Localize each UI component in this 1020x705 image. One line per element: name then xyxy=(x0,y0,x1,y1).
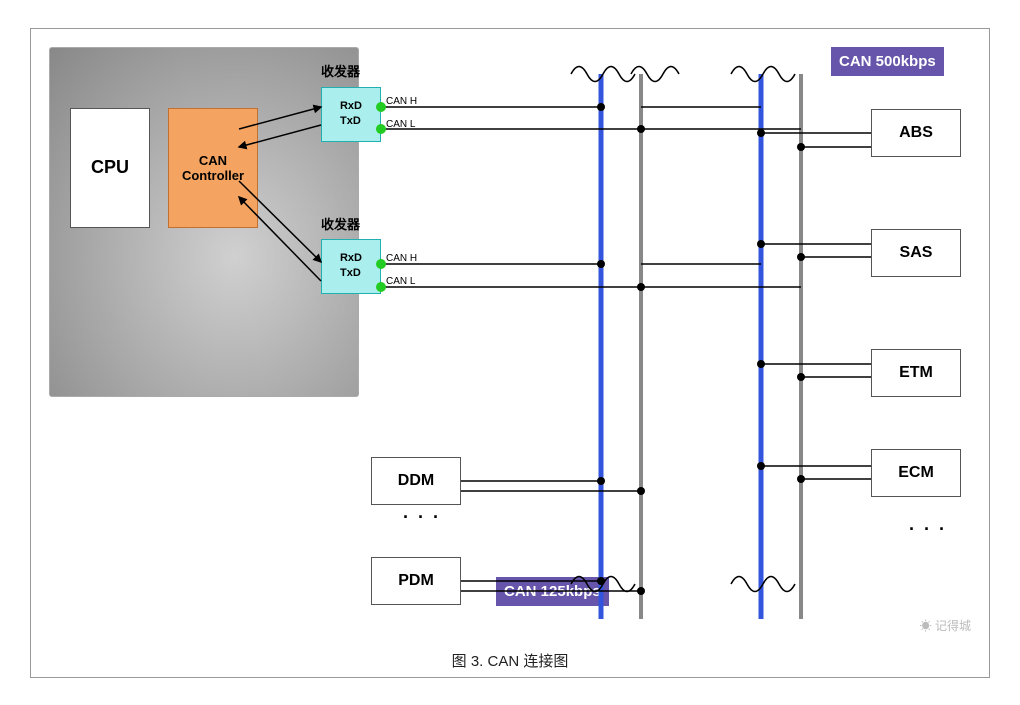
can-controller-box: CANController xyxy=(168,108,258,228)
transceiver2-label: 收发器 xyxy=(321,214,360,233)
transceiver2-box: RxDTxD xyxy=(321,239,381,294)
ddm-label: DDM xyxy=(398,472,434,490)
svg-text:CAN H: CAN H xyxy=(386,96,417,107)
transceiver1-inner: RxDTxD xyxy=(340,99,362,130)
sas-label: SAS xyxy=(900,244,933,262)
cpu-box: CPU xyxy=(70,108,150,228)
sas-box: SAS xyxy=(871,229,961,277)
pdm-box: PDM xyxy=(371,557,461,605)
can-controller-label: CANController xyxy=(182,153,244,183)
ecm-box: ECM xyxy=(871,449,961,497)
can-500kbps-badge: CAN 500kbps xyxy=(831,47,944,77)
abs-box: ABS xyxy=(871,109,961,157)
transceiver2-inner: RxDTxD xyxy=(340,251,362,282)
transceiver1-box: RxDTxD xyxy=(321,87,381,142)
transceiver1-label: 收发器 xyxy=(321,61,360,80)
transceiver1-text: 收发器 xyxy=(321,64,360,79)
can-125kbps-badge: CAN 125kbps xyxy=(496,577,609,607)
svg-text:CAN L: CAN L xyxy=(386,276,416,287)
cpu-label: CPU xyxy=(91,157,129,178)
etm-label: ETM xyxy=(899,364,933,382)
diagram-area: CPU CANController 收发器 RxDTxD 收发器 RxDTxD … xyxy=(31,29,989,642)
ecm-label: ECM xyxy=(898,464,934,482)
watermark: ☀ 记得城 xyxy=(920,617,971,634)
main-container: CPU CANController 收发器 RxDTxD 收发器 RxDTxD … xyxy=(30,28,990,678)
can-125kbps-text: CAN 125kbps xyxy=(504,583,601,600)
svg-text:CAN H: CAN H xyxy=(386,253,417,264)
can-500kbps-text: CAN 500kbps xyxy=(839,53,936,70)
abs-label: ABS xyxy=(899,124,933,142)
ddm-box: DDM xyxy=(371,457,461,505)
diagram-caption: 图 3. CAN 连接图 xyxy=(452,642,569,677)
etm-box: ETM xyxy=(871,349,961,397)
left-system-box: CPU CANController xyxy=(49,47,359,397)
left-dots: · · · xyxy=(403,507,441,528)
right-dots: · · · xyxy=(909,519,947,540)
transceiver2-text: 收发器 xyxy=(321,217,360,232)
pdm-label: PDM xyxy=(398,572,434,590)
svg-text:CAN L: CAN L xyxy=(386,119,416,130)
